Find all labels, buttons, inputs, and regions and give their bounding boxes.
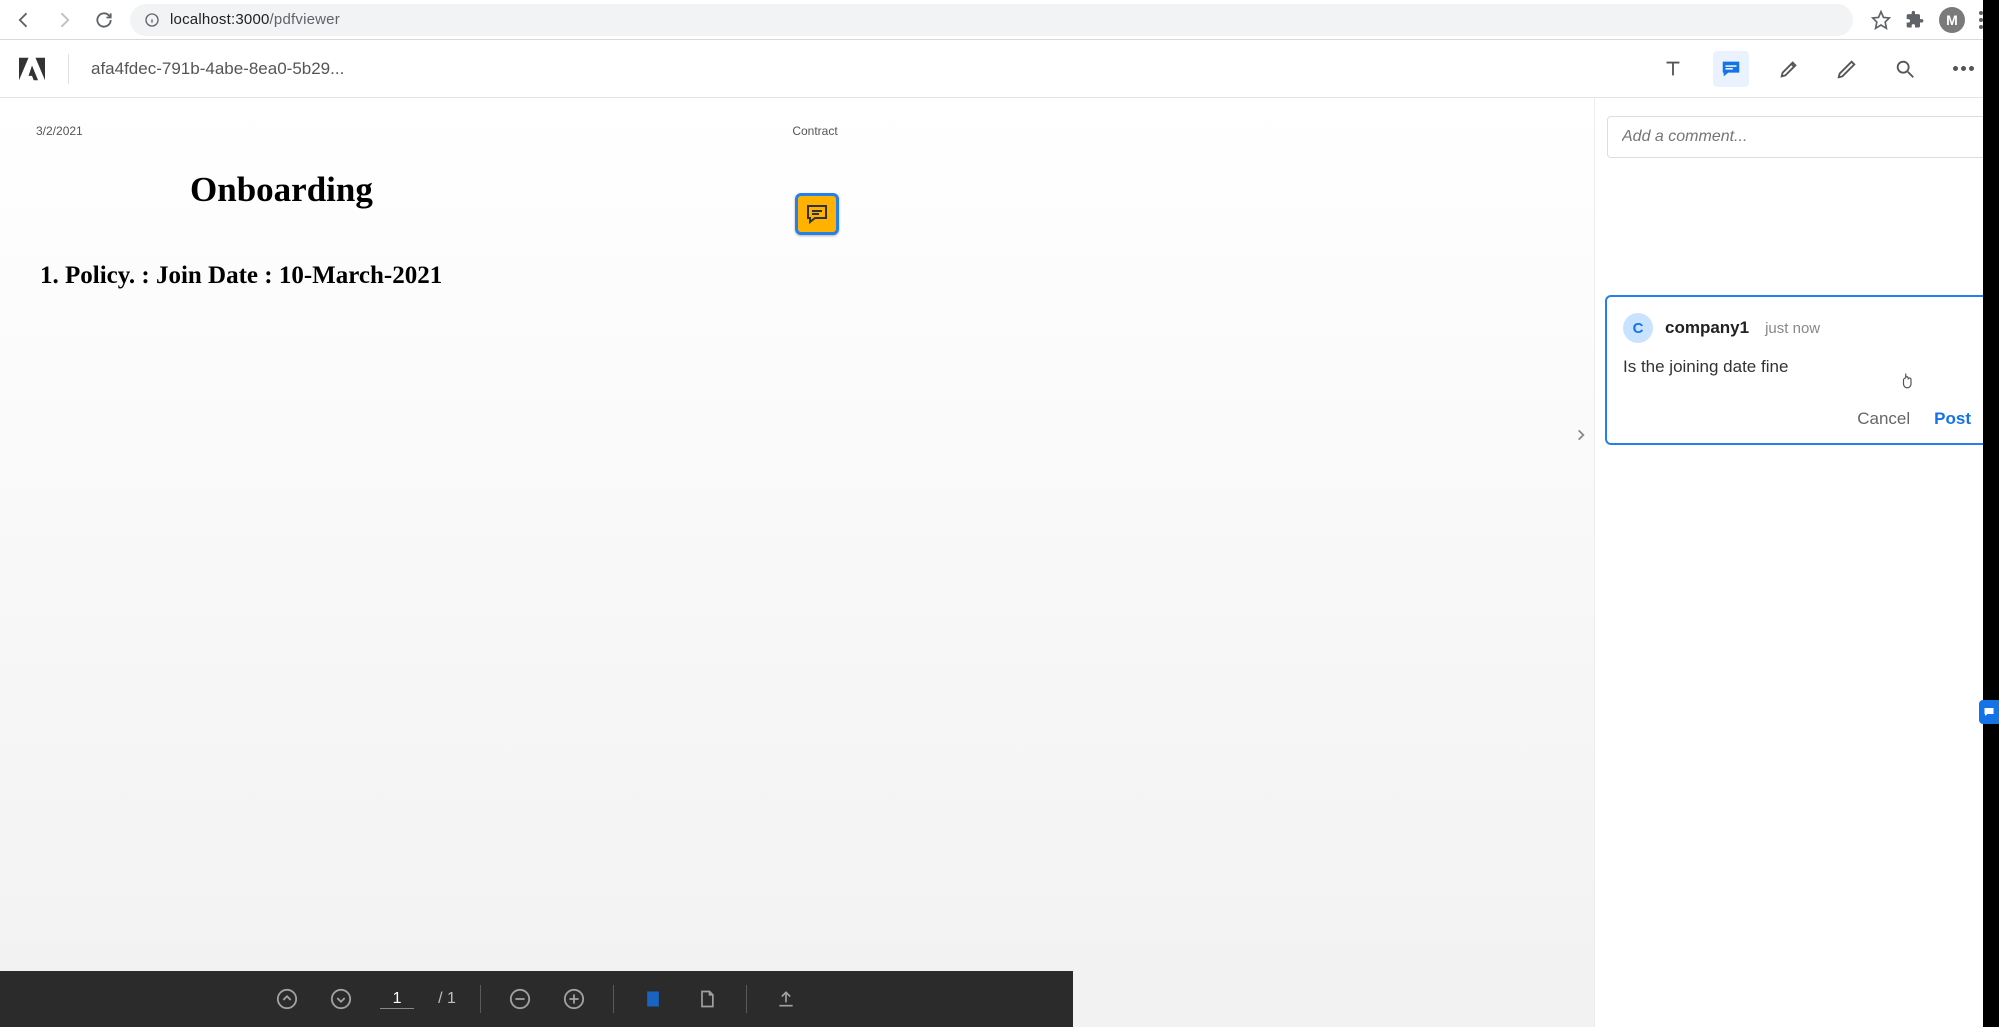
reload-button[interactable] (90, 6, 118, 34)
comment-card[interactable]: C company1 just now Is the joining date … (1605, 295, 1989, 445)
comment-author: company1 (1665, 318, 1749, 338)
window-edge (1983, 0, 1999, 1027)
collapse-panel-icon[interactable] (1574, 428, 1588, 442)
cursor-icon (1899, 371, 1917, 391)
divider (68, 54, 69, 84)
draw-tool-icon[interactable] (1829, 51, 1865, 87)
profile-avatar[interactable]: M (1939, 7, 1965, 33)
highlight-tool-icon[interactable] (1771, 51, 1807, 87)
pdf-toolbar: afa4fdec-791b-4abe-8ea0-5b29... (0, 40, 1999, 98)
comment-timestamp: just now (1765, 320, 1820, 337)
document-header-title: Contract (792, 124, 837, 138)
comment-avatar: C (1623, 313, 1653, 343)
divider (613, 985, 614, 1013)
fit-page-icon[interactable] (692, 984, 722, 1014)
file-name-label: afa4fdec-791b-4abe-8ea0-5b29... (91, 59, 344, 79)
page-total-label: / 1 (438, 990, 456, 1008)
zoom-in-icon[interactable] (559, 984, 589, 1014)
pager-bar: / 1 (0, 971, 1073, 1027)
document-header-date: 3/2/2021 (36, 124, 83, 138)
comment-tool-icon[interactable] (1713, 51, 1749, 87)
url-text: localhost:3000/pdfviewer (170, 11, 340, 28)
browser-top-bar: localhost:3000/pdfviewer M (0, 0, 1999, 40)
fit-width-icon[interactable] (638, 984, 668, 1014)
comments-panel: C company1 just now Is the joining date … (1594, 98, 1999, 1027)
notification-badge-icon[interactable] (1979, 700, 1999, 724)
adobe-logo-icon (18, 55, 46, 83)
document-pane: 3/2/2021 Contract Onboarding 1. Policy. … (0, 98, 1594, 1027)
divider (746, 985, 747, 1013)
site-info-icon[interactable] (144, 12, 160, 28)
text-tool-icon[interactable] (1655, 51, 1691, 87)
extensions-icon[interactable] (1905, 10, 1925, 30)
address-bar[interactable]: localhost:3000/pdfviewer (130, 4, 1853, 36)
page-up-icon[interactable] (272, 984, 302, 1014)
sticky-note-annotation[interactable] (795, 193, 839, 235)
document-body-line: 1. Policy. : Join Date : 10-March-2021 (40, 262, 442, 290)
page-down-icon[interactable] (326, 984, 356, 1014)
more-menu-icon[interactable] (1945, 51, 1981, 87)
forward-button[interactable] (50, 6, 78, 34)
post-button[interactable]: Post (1934, 409, 1971, 429)
document-title: Onboarding (190, 170, 373, 210)
back-button[interactable] (10, 6, 38, 34)
divider (480, 985, 481, 1013)
upload-icon[interactable] (771, 984, 801, 1014)
cancel-button[interactable]: Cancel (1857, 409, 1910, 429)
zoom-out-icon[interactable] (505, 984, 535, 1014)
main-area: 3/2/2021 Contract Onboarding 1. Policy. … (0, 98, 1999, 1027)
add-comment-input[interactable] (1607, 116, 1987, 158)
page-number-input[interactable] (380, 990, 414, 1009)
comment-body: Is the joining date fine (1623, 355, 1971, 379)
search-icon[interactable] (1887, 51, 1923, 87)
bookmark-star-icon[interactable] (1871, 10, 1891, 30)
document-header: 3/2/2021 Contract (36, 124, 1594, 138)
